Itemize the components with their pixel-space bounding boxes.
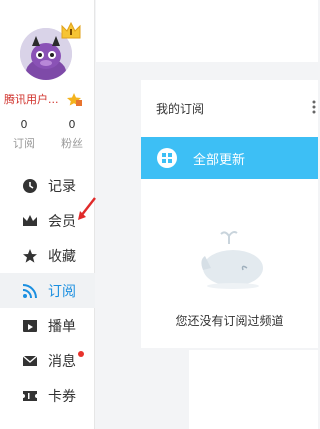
stat-count: 0: [20, 118, 28, 131]
sidebar-item-label: 收藏: [48, 248, 76, 265]
red-arrow-icon: [78, 197, 96, 220]
sidebar-item-label: 卡券: [48, 388, 76, 405]
crown-icon: [23, 214, 37, 226]
more-options-icon[interactable]: [312, 100, 316, 114]
star-icon: [23, 248, 37, 263]
update-all-button[interactable]: 全部更新: [141, 137, 318, 179]
clock-icon: [23, 178, 37, 193]
panel-title: 我的订阅: [156, 102, 205, 116]
sidebar-item-coupons[interactable]: 卡券: [0, 378, 95, 413]
avatar[interactable]: [20, 21, 81, 80]
empty-state-text: 您还没有订阅过频道: [175, 314, 284, 328]
sidebar-item-favorites[interactable]: 收藏: [0, 238, 95, 273]
top-bar: [96, 0, 318, 62]
stat-subscriptions[interactable]: 0 订阅: [4, 118, 44, 151]
content-panel: [189, 350, 318, 429]
vip-crown-icon: [61, 21, 81, 39]
rss-icon: [22, 283, 37, 298]
sidebar-item-label: 播单: [48, 318, 76, 335]
stat-label: 订阅: [13, 137, 35, 150]
sidebar-item-label: 消息: [48, 350, 84, 371]
mail-icon: [22, 354, 38, 366]
stat-fans[interactable]: 0 粉丝: [52, 118, 92, 151]
stat-count: 0: [68, 118, 76, 131]
username: 腾讯用户...: [4, 92, 59, 106]
subscriptions-panel: 我的订阅 全部更新 您还没有订阅过频道: [141, 80, 318, 348]
sidebar-item-label: 会员: [48, 213, 76, 230]
ticket-icon: [23, 390, 37, 401]
empty-whale-icon: [201, 231, 263, 289]
sidebar-item-subscriptions[interactable]: 订阅: [0, 273, 95, 308]
sidebar-item-label: 订阅: [48, 283, 76, 300]
update-all-label: 全部更新: [193, 152, 246, 168]
sidebar-item-messages[interactable]: 消息: [0, 343, 95, 378]
unread-dot-badge: [78, 350, 84, 357]
level-star-icon: [66, 92, 82, 106]
grid-icon: [157, 148, 177, 168]
username-row[interactable]: 腾讯用户...: [4, 88, 90, 106]
playlist-icon: [23, 319, 37, 332]
sidebar-item-playlists[interactable]: 播单: [0, 308, 95, 343]
stat-label: 粉丝: [61, 137, 83, 150]
sidebar-item-label: 记录: [48, 178, 76, 195]
